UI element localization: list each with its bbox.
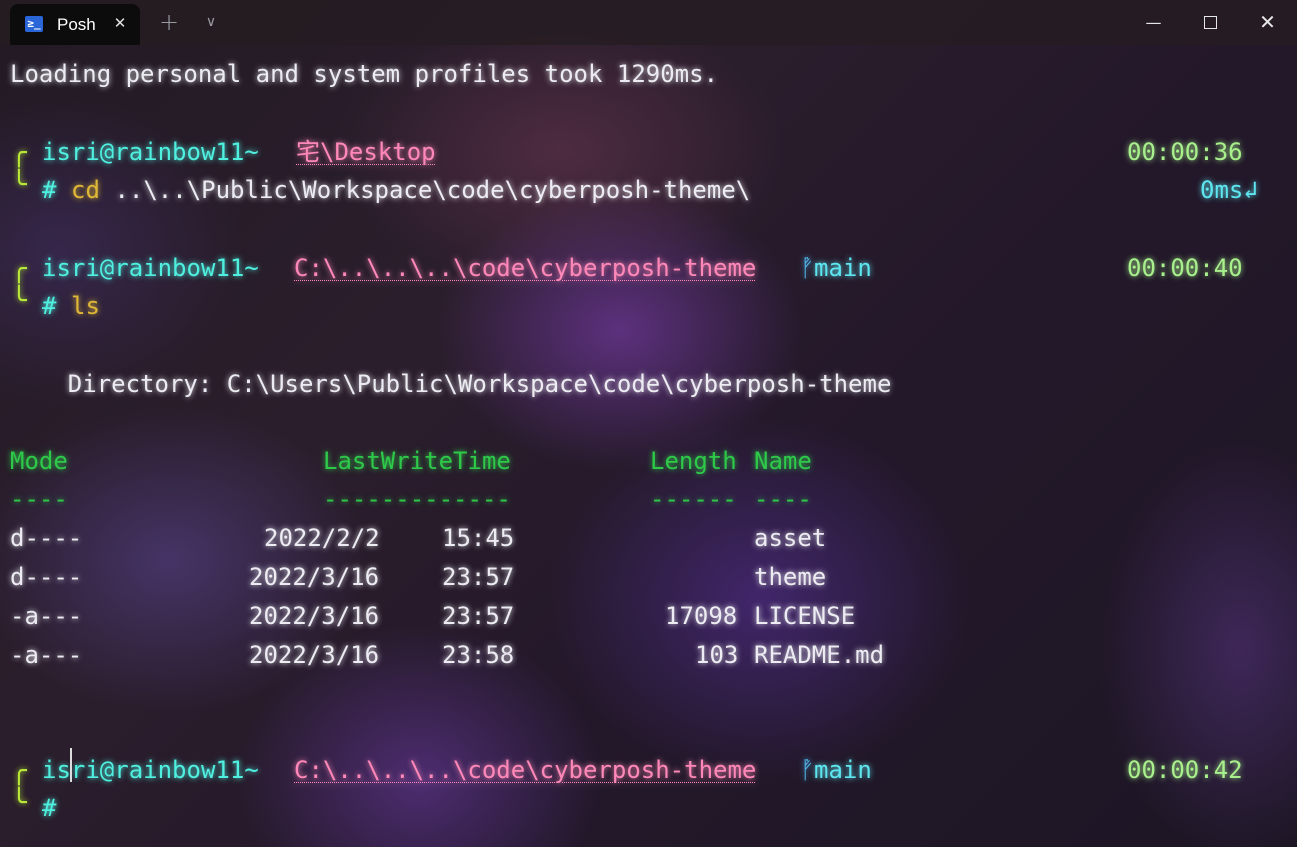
row-mode: d---- bbox=[10, 524, 83, 552]
close-window-button[interactable]: ✕ bbox=[1239, 0, 1296, 45]
header-mode: Mode bbox=[10, 447, 68, 475]
chevron-down-icon[interactable]: ∨ bbox=[196, 8, 226, 36]
header-length: Length bbox=[650, 447, 737, 475]
row-mode: -a--- bbox=[10, 602, 83, 630]
prompt-user: isri@rainbow11~ bbox=[42, 254, 259, 282]
row-name: asset bbox=[754, 524, 827, 552]
terminal-window: ≥_ Posh ✕ + ∨ — ✕ Loading personal and s… bbox=[0, 0, 1297, 847]
command-name: ls bbox=[71, 292, 100, 320]
prompt-bracket-top: ╭ bbox=[11, 138, 27, 168]
minimize-button[interactable]: — bbox=[1125, 0, 1182, 45]
header-underline: ---- bbox=[754, 485, 812, 513]
prompt-bracket-bottom: ╰ bbox=[11, 170, 27, 200]
header-name: Name bbox=[754, 447, 812, 475]
new-tab-button[interactable]: + bbox=[154, 8, 184, 36]
header-lastwritetime: LastWriteTime bbox=[323, 447, 511, 475]
maximize-icon bbox=[1204, 16, 1217, 29]
prompt-symbol: # bbox=[42, 176, 57, 204]
row-date: 2022/2/2 bbox=[264, 524, 380, 552]
command-duration: 0ms↲ bbox=[1200, 176, 1258, 204]
row-time: 23:57 bbox=[442, 602, 515, 630]
prompt-time: 00:00:42 bbox=[1127, 756, 1243, 784]
prompt-path: C:\..\..\..\code\cyberposh-theme bbox=[294, 254, 757, 282]
prompt-symbol: # bbox=[42, 292, 57, 320]
prompt-user: isri@rainbow11~ bbox=[42, 756, 259, 784]
git-branch-icon: ᚡ bbox=[800, 756, 815, 784]
command-args: ..\..\Public\Workspace\code\cyberposh-th… bbox=[100, 176, 751, 204]
prompt-symbol: # bbox=[42, 794, 57, 822]
row-time: 15:45 bbox=[442, 524, 515, 552]
tab-posh[interactable]: ≥_ Posh ✕ bbox=[10, 4, 140, 45]
load-message: Loading personal and system profiles too… bbox=[10, 60, 719, 88]
git-branch: main bbox=[814, 756, 872, 784]
git-branch: main bbox=[814, 254, 872, 282]
directory-line: Directory: C:\Users\Public\Workspace\cod… bbox=[10, 370, 892, 398]
text-cursor bbox=[70, 748, 72, 782]
row-length: 17098 bbox=[665, 602, 738, 630]
header-underline: ------ bbox=[650, 485, 737, 513]
prompt-path: C:\..\..\..\code\cyberposh-theme bbox=[294, 756, 757, 784]
row-date: 2022/3/16 bbox=[249, 602, 380, 630]
row-name: theme bbox=[754, 563, 827, 591]
row-time: 23:58 bbox=[442, 641, 515, 669]
header-underline: ------------- bbox=[323, 485, 511, 513]
prompt-bracket-top: ╭ bbox=[11, 756, 27, 786]
prompt-bracket-bottom: ╰ bbox=[11, 286, 27, 316]
terminal-content[interactable]: Loading personal and system profiles too… bbox=[0, 45, 1297, 847]
prompt-time: 00:00:40 bbox=[1127, 254, 1243, 282]
prompt-path: 宅\Desktop bbox=[296, 138, 436, 166]
tab-label: Posh bbox=[57, 15, 96, 34]
powershell-icon: ≥_ bbox=[25, 16, 43, 32]
git-branch-icon: ᚡ bbox=[800, 254, 815, 282]
row-name: README.md bbox=[754, 641, 885, 669]
prompt-time: 00:00:36 bbox=[1127, 138, 1243, 166]
row-date: 2022/3/16 bbox=[249, 563, 380, 591]
header-underline: ---- bbox=[10, 485, 68, 513]
row-length: 103 bbox=[695, 641, 739, 669]
row-time: 23:57 bbox=[442, 563, 515, 591]
row-name: LICENSE bbox=[754, 602, 856, 630]
maximize-button[interactable] bbox=[1182, 0, 1239, 45]
row-mode: -a--- bbox=[10, 641, 83, 669]
row-mode: d---- bbox=[10, 563, 83, 591]
prompt-bracket-bottom: ╰ bbox=[11, 788, 27, 818]
row-date: 2022/3/16 bbox=[249, 641, 380, 669]
close-tab-icon[interactable]: ✕ bbox=[111, 13, 129, 33]
prompt-bracket-top: ╭ bbox=[11, 254, 27, 284]
title-bar: ≥_ Posh ✕ + ∨ — ✕ bbox=[0, 0, 1297, 45]
command-name: cd bbox=[71, 176, 100, 204]
prompt-user: isri@rainbow11~ bbox=[42, 138, 259, 166]
